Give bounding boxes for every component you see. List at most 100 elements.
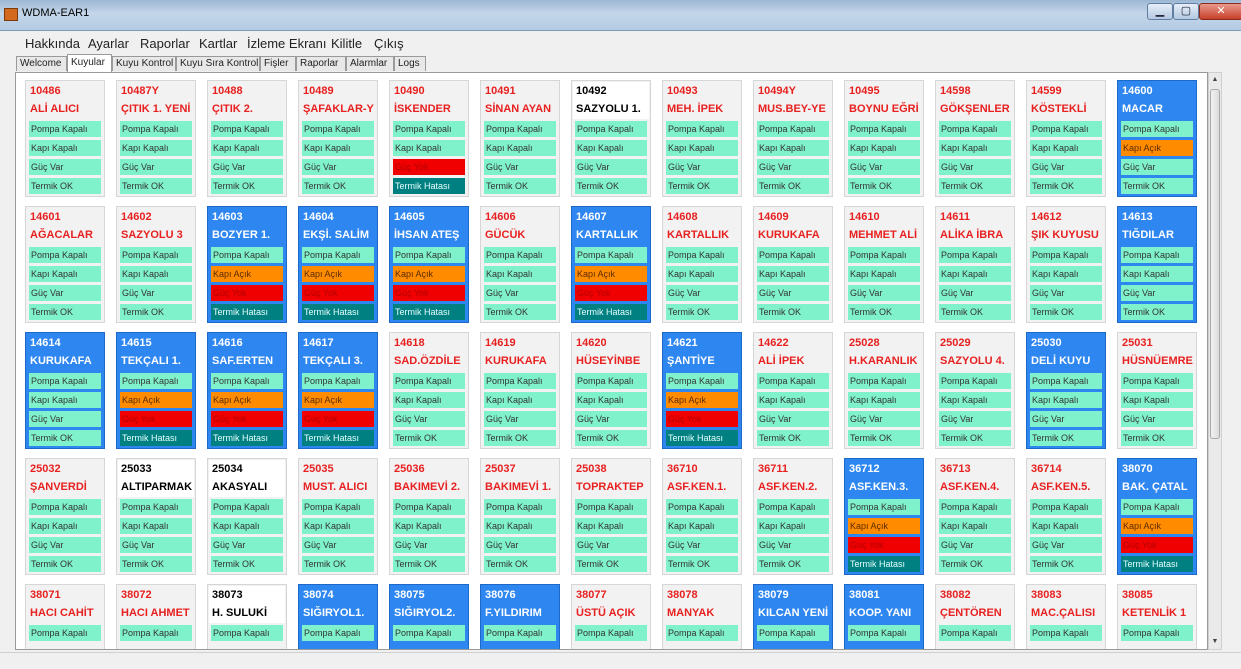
menu-ayarlar[interactable]: Ayarlar bbox=[88, 36, 129, 51]
well-card[interactable]: 14613 TIĞDILAR Pompa Kapalı Kapı Kapalı Güç … bbox=[1117, 206, 1197, 323]
close-button[interactable]: ✕ bbox=[1199, 3, 1241, 20]
well-card[interactable]: 14606 GÜCÜK Pompa Kapalı Kapı Kapalı Güç Var… bbox=[480, 206, 560, 323]
well-card[interactable]: 38073 H. SULUKİ Pompa Kapalı bbox=[207, 584, 287, 649]
well-card[interactable]: 14621 ŞANTİYE Pompa Kapalı Kapı Açık Güç Yok… bbox=[662, 332, 742, 449]
pump-status: Pompa Kapalı bbox=[575, 373, 647, 389]
well-card[interactable]: 14614 KURUKAFA Pompa Kapalı Kapı Kapalı Güç … bbox=[25, 332, 105, 449]
scroll-down-icon[interactable]: ▼ bbox=[1209, 635, 1221, 649]
well-name: ŞANVERDİ bbox=[30, 481, 87, 493]
well-card[interactable]: 14615 TEKÇALI 1. Pompa Kapalı Kapı Açık Güç … bbox=[116, 332, 196, 449]
well-card[interactable]: 25034 AKASYALI Pompa Kapalı Kapı Kapalı Güç … bbox=[207, 458, 287, 575]
well-card[interactable]: 25038 TOPRAKTEP Pompa Kapalı Kapı Kapalı Güç… bbox=[571, 458, 651, 575]
well-card[interactable]: 38083 MAC.ÇALISI Pompa Kapalı bbox=[1026, 584, 1106, 649]
well-card[interactable]: 38078 MANYAK Pompa Kapalı bbox=[662, 584, 742, 649]
well-card[interactable]: 25030 DELİ KUYU Pompa Kapalı Kapı Kapalı Güç… bbox=[1026, 332, 1106, 449]
well-card[interactable]: 38074 SIĞIRYOL1. Pompa Kapalı bbox=[298, 584, 378, 649]
well-card[interactable]: 14605 İHSAN ATEŞ Pompa Kapalı Kapı Açık Güç … bbox=[389, 206, 469, 323]
well-card[interactable]: 10495 BOYNU EĞRİ Pompa Kapalı Kapı Kapalı Gü… bbox=[844, 80, 924, 197]
well-card[interactable]: 14602 SAZYOLU 3 Pompa Kapalı Kapı Kapalı Güç… bbox=[116, 206, 196, 323]
well-card[interactable]: 25028 H.KARANLIK Pompa Kapalı Kapı Kapalı Gü… bbox=[844, 332, 924, 449]
well-card[interactable]: 25033 ALTIPARMAK Pompa Kapalı Kapı Kapalı Gü… bbox=[116, 458, 196, 575]
tab-fisler[interactable]: Fişler bbox=[260, 56, 296, 71]
door-status: Kapı Kapalı bbox=[393, 140, 465, 156]
well-card[interactable]: 14620 HÜSEYİNBE Pompa Kapalı Kapı Kapalı Güç… bbox=[571, 332, 651, 449]
menu-raporlar[interactable]: Raporlar bbox=[140, 36, 190, 51]
well-card[interactable]: 38075 SIĞIRYOL2. Pompa Kapalı bbox=[389, 584, 469, 649]
well-card[interactable]: 38077 ÜSTÜ AÇIK Pompa Kapalı bbox=[571, 584, 651, 649]
well-card[interactable]: 14603 BOZYER 1. Pompa Kapalı Kapı Açık Güç Y… bbox=[207, 206, 287, 323]
well-card[interactable]: 14601 AĞACALAR Pompa Kapalı Kapı Kapalı Güç … bbox=[25, 206, 105, 323]
well-card[interactable]: 10492 SAZYOLU 1. Pompa Kapalı Kapı Kapalı Gü… bbox=[571, 80, 651, 197]
well-card[interactable]: 14618 SAD.ÖZDİLE Pompa Kapalı Kapı Kapalı Gü… bbox=[389, 332, 469, 449]
well-card[interactable]: 14610 MEHMET ALİ Pompa Kapalı Kapı Kapalı Gü… bbox=[844, 206, 924, 323]
well-card[interactable]: 14611 ALİKA İBRA Pompa Kapalı Kapı Kapalı Gü… bbox=[935, 206, 1015, 323]
maximize-button[interactable]: ▢ bbox=[1173, 3, 1199, 20]
well-card[interactable]: 14604 EKŞİ. SALİM Pompa Kapalı Kapı Açık Güç… bbox=[298, 206, 378, 323]
well-id: 25035 bbox=[303, 463, 334, 475]
well-card[interactable]: 14608 KARTALLIK Pompa Kapalı Kapı Kapalı Güç… bbox=[662, 206, 742, 323]
door-status: Kapı Kapalı bbox=[848, 140, 920, 156]
well-card[interactable]: 25029 SAZYOLU 4. Pompa Kapalı Kapı Kapalı Gü… bbox=[935, 332, 1015, 449]
well-card[interactable]: 25035 MUST. ALICI Pompa Kapalı Kapı Kapalı G… bbox=[298, 458, 378, 575]
well-card[interactable]: 36714 ASF.KEN.5. Pompa Kapalı Kapı Kapalı Gü… bbox=[1026, 458, 1106, 575]
well-card[interactable]: 25031 HÜSNÜEMRE Pompa Kapalı Kapı Kapalı Güç… bbox=[1117, 332, 1197, 449]
well-card[interactable]: 25036 BAKIMEVİ 2. Pompa Kapalı Kapı Kapalı G… bbox=[389, 458, 469, 575]
scroll-up-icon[interactable]: ▲ bbox=[1209, 73, 1221, 87]
vertical-scrollbar[interactable]: ▲ ▼ bbox=[1208, 72, 1222, 650]
well-card[interactable]: 10488 ÇITIK 2. Pompa Kapalı Kapı Kapalı Güç … bbox=[207, 80, 287, 197]
well-header: 10491 SİNAN AYAN bbox=[482, 82, 558, 119]
well-card[interactable]: 36710 ASF.KEN.1. Pompa Kapalı Kapı Kapalı Gü… bbox=[662, 458, 742, 575]
power-status: Güç Var bbox=[575, 159, 647, 175]
door-status: Kapı Kapalı bbox=[1030, 140, 1102, 156]
tab-kuyu-kontrol[interactable]: Kuyu Kontrol bbox=[112, 56, 176, 71]
well-card[interactable]: 38071 HACI CAHİT Pompa Kapalı bbox=[25, 584, 105, 649]
tab-kuyu-sira-kontrol[interactable]: Kuyu Sıra Kontrol bbox=[176, 56, 260, 71]
menu-hakkinda[interactable]: Hakkında bbox=[25, 36, 80, 51]
well-id: 38076 bbox=[485, 589, 516, 601]
well-card[interactable]: 38070 BAK. ÇATAL Pompa Kapalı Kapı Açık Güç … bbox=[1117, 458, 1197, 575]
well-card[interactable]: 10486 ALİ ALICI Pompa Kapalı Kapı Kapalı Güç… bbox=[25, 80, 105, 197]
well-card[interactable]: 38072 HACI AHMET Pompa Kapalı bbox=[116, 584, 196, 649]
well-card[interactable]: 38082 ÇENTÖREN Pompa Kapalı bbox=[935, 584, 1015, 649]
well-card[interactable]: 14599 KÖSTEKLİ Pompa Kapalı Kapı Kapalı Güç … bbox=[1026, 80, 1106, 197]
tab-welcome[interactable]: Welcome bbox=[16, 56, 67, 71]
well-card[interactable]: 14619 KURUKAFA Pompa Kapalı Kapı Kapalı Güç … bbox=[480, 332, 560, 449]
well-card[interactable]: 14598 GÖKŞENLER Pompa Kapalı Kapı Kapalı Güç… bbox=[935, 80, 1015, 197]
well-card[interactable]: 36713 ASF.KEN.4. Pompa Kapalı Kapı Kapalı Gü… bbox=[935, 458, 1015, 575]
power-status: Güç Var bbox=[1121, 159, 1193, 175]
title-bar[interactable]: WDMA-EAR1 ▁ ▢ ✕ bbox=[0, 0, 1241, 31]
well-card[interactable]: 38076 F.YILDIRIM Pompa Kapalı bbox=[480, 584, 560, 649]
well-card[interactable]: 10491 SİNAN AYAN Pompa Kapalı Kapı Kapalı Gü… bbox=[480, 80, 560, 197]
well-card[interactable]: 36712 ASF.KEN.3. Pompa Kapalı Kapı Açık Güç … bbox=[844, 458, 924, 575]
well-card[interactable]: 10494Y MUS.BEY-YE Pompa Kapalı Kapı Kapalı G… bbox=[753, 80, 833, 197]
well-card[interactable]: 38081 KOOP. YANI Pompa Kapalı bbox=[844, 584, 924, 649]
well-card[interactable]: 25037 BAKIMEVİ 1. Pompa Kapalı Kapı Kapalı G… bbox=[480, 458, 560, 575]
menu-cikis[interactable]: Çıkış bbox=[374, 36, 404, 51]
well-card[interactable]: 25032 ŞANVERDİ Pompa Kapalı Kapı Kapalı Güç … bbox=[25, 458, 105, 575]
well-card[interactable]: 14600 MACAR Pompa Kapalı Kapı Açık Güç Var Te… bbox=[1117, 80, 1197, 197]
minimize-button[interactable]: ▁ bbox=[1147, 3, 1173, 20]
well-card[interactable]: 14616 SAF.ERTEN Pompa Kapalı Kapı Açık Güç Y… bbox=[207, 332, 287, 449]
tab-logs[interactable]: Logs bbox=[394, 56, 426, 71]
well-card[interactable]: 14617 TEKÇALI 3. Pompa Kapalı Kapı Açık Güç … bbox=[298, 332, 378, 449]
tab-alarmlar[interactable]: Alarmlar bbox=[346, 56, 394, 71]
menu-kartlar[interactable]: Kartlar bbox=[199, 36, 237, 51]
well-card[interactable]: 36711 ASF.KEN.2. Pompa Kapalı Kapı Kapalı Gü… bbox=[753, 458, 833, 575]
well-card[interactable]: 14612 ŞIK KUYUSU Pompa Kapalı Kapı Kapalı Gü… bbox=[1026, 206, 1106, 323]
tab-kuyular[interactable]: Kuyular bbox=[67, 54, 112, 72]
well-id: 36711 bbox=[758, 463, 788, 475]
menu-kilitle[interactable]: Kilitle bbox=[331, 36, 362, 51]
well-card[interactable]: 10489 ŞAFAKLAR-Y Pompa Kapalı Kapı Kapalı Gü… bbox=[298, 80, 378, 197]
well-card[interactable]: 14609 KURUKAFA Pompa Kapalı Kapı Kapalı Güç … bbox=[753, 206, 833, 323]
power-status: Güç Var bbox=[575, 537, 647, 553]
well-card[interactable]: 14607 KARTALLIK Pompa Kapalı Kapı Açık Güç Y… bbox=[571, 206, 651, 323]
well-card[interactable]: 38079 KILCAN YENİ Pompa Kapalı bbox=[753, 584, 833, 649]
well-card[interactable]: 14622 ALİ İPEK Pompa Kapalı Kapı Kapalı Güç … bbox=[753, 332, 833, 449]
well-card[interactable]: 10490 İSKENDER Pompa Kapalı Kapı Kapalı Güç … bbox=[389, 80, 469, 197]
scroll-thumb[interactable] bbox=[1210, 89, 1220, 439]
tab-raporlar[interactable]: Raporlar bbox=[296, 56, 346, 71]
menu-izleme-ekrani[interactable]: İzleme Ekranı bbox=[247, 36, 326, 51]
well-card[interactable]: 38085 KETENLİK 1 Pompa Kapalı bbox=[1117, 584, 1197, 649]
well-card[interactable]: 10487Y ÇITIK 1. YENİ Pompa Kapalı Kapı Kapa… bbox=[116, 80, 196, 197]
well-card[interactable]: 10493 MEH. İPEK Pompa Kapalı Kapı Kapalı Güç… bbox=[662, 80, 742, 197]
